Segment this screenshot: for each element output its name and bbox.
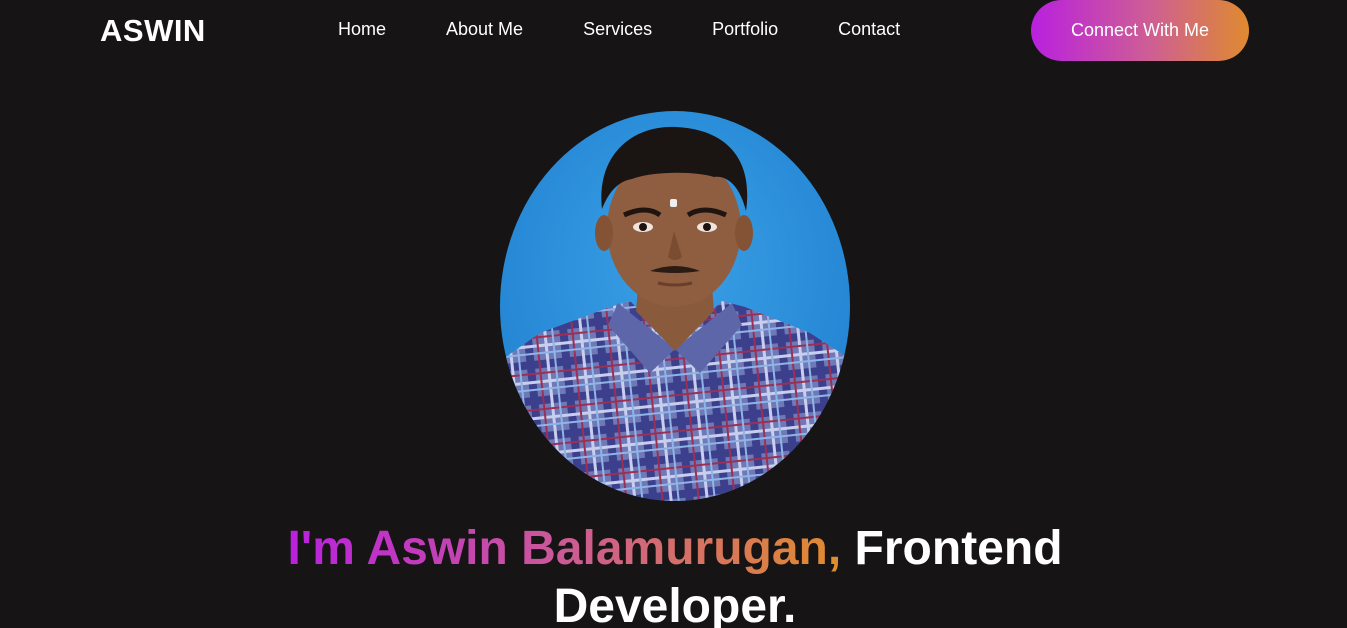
nav-link-services[interactable]: Services — [583, 19, 652, 40]
site-logo[interactable]: ASWIN — [100, 13, 206, 49]
nav-link-contact[interactable]: Contact — [838, 19, 900, 40]
hero-name-highlight: I'm Aswin Balamurugan, — [287, 522, 842, 575]
hero-headline: I'm Aswin Balamurugan, Frontend Develope… — [250, 520, 1100, 628]
nav-menu: Home About Me Services Portfolio Contact — [338, 19, 900, 40]
nav-link-home[interactable]: Home — [338, 19, 386, 40]
profile-photo — [500, 111, 850, 501]
nav-link-about[interactable]: About Me — [446, 19, 523, 40]
connect-with-me-button[interactable]: Connect With Me — [1031, 0, 1249, 61]
navbar: ASWIN Home About Me Services Portfolio C… — [0, 0, 1347, 61]
nav-link-portfolio[interactable]: Portfolio — [712, 19, 778, 40]
